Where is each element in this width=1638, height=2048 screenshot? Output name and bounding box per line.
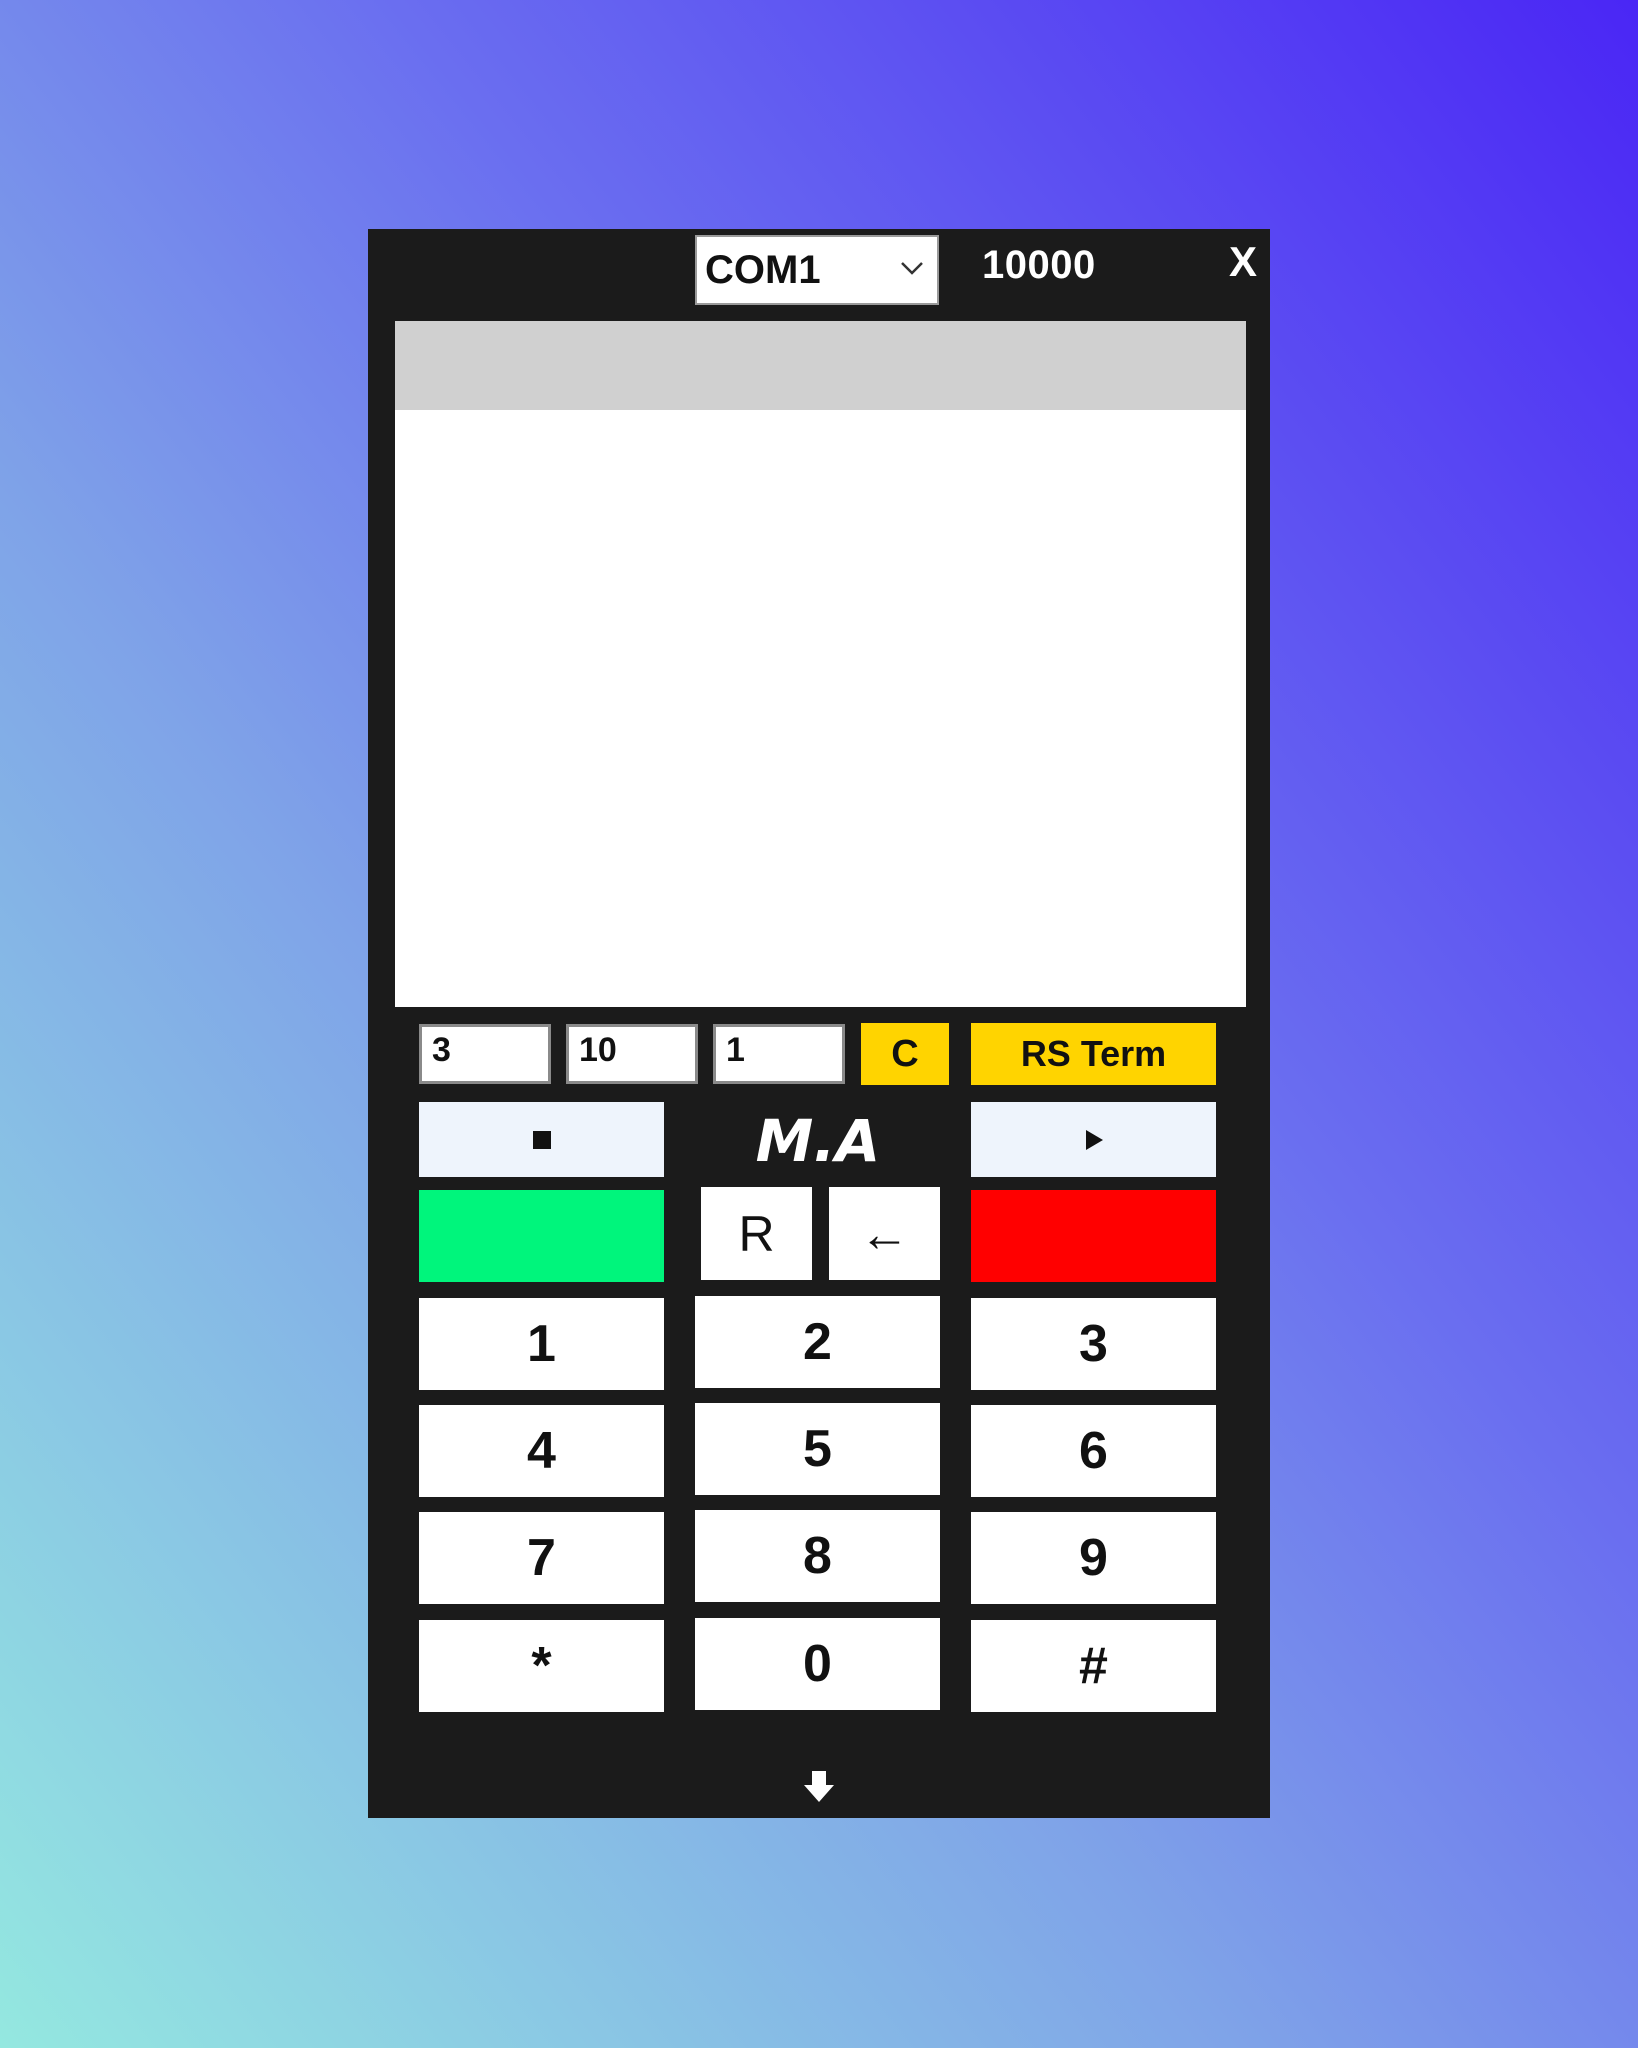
play-triangle-icon (1085, 1129, 1103, 1150)
key-8[interactable]: 8 (695, 1510, 940, 1602)
key-star[interactable]: * (419, 1620, 664, 1712)
app-window: COM1 10000 X 3 10 1 C RS Term M.A R ← 1 … (368, 229, 1270, 1818)
param-input-2[interactable]: 10 (566, 1024, 698, 1084)
display-header (395, 321, 1246, 410)
rs-term-button[interactable]: RS Term (971, 1023, 1216, 1085)
play-button[interactable] (971, 1102, 1216, 1177)
square-stop-icon (532, 1130, 551, 1149)
baud-rate-label: 10000 (982, 243, 1096, 287)
key-0[interactable]: 0 (695, 1618, 940, 1710)
hangup-button[interactable] (971, 1190, 1216, 1282)
backspace-button[interactable]: ← (829, 1187, 940, 1280)
key-4[interactable]: 4 (419, 1405, 664, 1497)
key-1[interactable]: 1 (419, 1298, 664, 1390)
clear-button[interactable]: C (861, 1023, 949, 1085)
svg-text:M.A: M.A (756, 1107, 881, 1175)
redial-button[interactable]: R (701, 1187, 812, 1280)
call-button[interactable] (419, 1190, 664, 1282)
key-7[interactable]: 7 (419, 1512, 664, 1604)
key-5[interactable]: 5 (695, 1403, 940, 1495)
param-input-1[interactable]: 3 (419, 1024, 551, 1084)
key-9[interactable]: 9 (971, 1512, 1216, 1604)
param-input-3[interactable]: 1 (713, 1024, 845, 1084)
key-hash[interactable]: # (971, 1620, 1216, 1712)
key-2[interactable]: 2 (695, 1296, 940, 1388)
close-button[interactable]: X (1223, 237, 1263, 287)
scroll-down-button[interactable] (791, 1759, 847, 1815)
chevron-down-icon (901, 262, 923, 275)
com-port-value: COM1 (705, 247, 821, 292)
stop-button[interactable] (419, 1102, 664, 1177)
key-3[interactable]: 3 (971, 1298, 1216, 1390)
ma-logo: M.A (756, 1107, 881, 1175)
arrow-down-icon (804, 1771, 834, 1802)
key-6[interactable]: 6 (971, 1405, 1216, 1497)
com-port-select[interactable]: COM1 (695, 235, 939, 305)
display-area (395, 410, 1246, 1007)
